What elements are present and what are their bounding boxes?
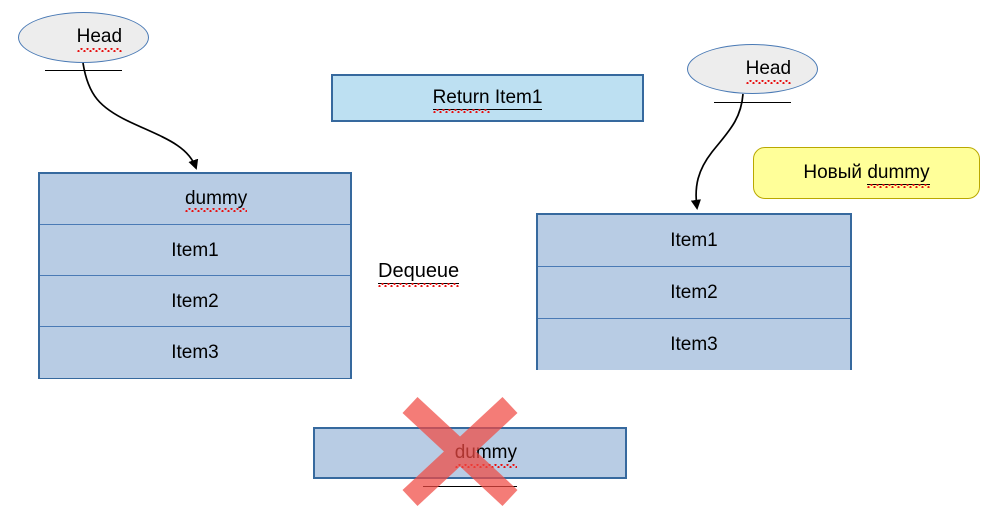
left-stack-cell-item1[interactable]: Item1 xyxy=(40,225,350,276)
dequeue-label: Dequeue xyxy=(378,260,460,287)
left-cell-label-1: Item1 xyxy=(171,239,219,261)
right-stack: Item1 Item2 Item3 xyxy=(536,213,852,370)
left-head-label: Head xyxy=(44,4,123,71)
right-cell-label-1: Item2 xyxy=(670,282,718,303)
right-stack-cell-item3[interactable]: Item3 xyxy=(538,319,850,370)
left-head-ellipse[interactable]: Head xyxy=(18,12,149,71)
left-stack-cell-item3[interactable]: Item3 xyxy=(40,327,350,378)
right-stack-cell-item2[interactable]: Item2 xyxy=(538,267,850,319)
new-dummy-callout[interactable]: Новый dummy xyxy=(753,147,980,199)
new-dummy-callout-label: Новый dummy xyxy=(803,161,930,188)
left-stack-cell-item2[interactable]: Item2 xyxy=(40,276,350,327)
left-cell-label-2: Item2 xyxy=(171,290,219,312)
return-item1-box[interactable]: Return Item1 xyxy=(331,74,644,122)
left-cell-label-0: dummy xyxy=(142,170,248,228)
diagram-canvas: Head dummy Item1 Item2 Item3 Return Item… xyxy=(0,0,986,513)
left-head-connector xyxy=(82,62,199,170)
right-stack-cell-item1[interactable]: Item1 xyxy=(538,215,850,267)
right-head-label: Head xyxy=(713,36,792,103)
deleted-dummy-box[interactable]: dummy xyxy=(313,427,627,487)
right-head-ellipse[interactable]: Head xyxy=(687,44,818,103)
left-cell-label-3: Item3 xyxy=(171,342,219,363)
left-stack-cell-dummy[interactable]: dummy xyxy=(40,174,350,228)
right-head-connector xyxy=(690,93,744,211)
right-cell-label-0: Item1 xyxy=(670,230,718,251)
deleted-dummy-label: dummy xyxy=(423,420,518,487)
return-item1-label: Return Item1 xyxy=(432,86,543,113)
left-stack: dummy Item1 Item2 Item3 xyxy=(38,172,352,379)
right-cell-label-2: Item3 xyxy=(670,334,718,355)
